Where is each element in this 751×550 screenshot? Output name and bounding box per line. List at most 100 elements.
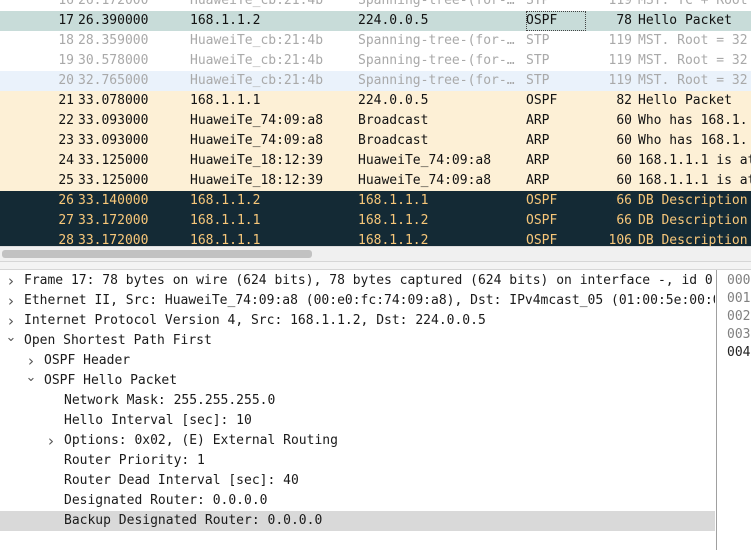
detail-tree-item-label: Ethernet II, Src: HuaweiTe_74:09:a8 (00:… xyxy=(24,293,715,308)
packet-row[interactable]: 19 30.578000 HuaweiTe_cb:21:4b Spanning-tre… xyxy=(0,51,751,71)
detail-tree-item-label: Options: 0x02, (E) External Routing xyxy=(64,433,338,448)
packet-source: HuaweiTe_cb:21:4b xyxy=(190,33,324,48)
packet-row[interactable]: 26 33.140000 168.1.1.2 168.1.1.1 OSPF 66 DB De… xyxy=(0,191,751,211)
packet-protocol: OSPF xyxy=(526,213,558,228)
detail-tree-item-label: Router Priority: 1 xyxy=(64,453,205,468)
packet-number: 21 xyxy=(58,93,74,108)
packet-info: MST. Root = 32 xyxy=(638,73,748,88)
detail-tree-item[interactable]: › Options: 0x02, (E) External Routing xyxy=(0,431,715,451)
packet-row[interactable]: 23 33.093000 HuaweiTe_74:09:a8 Broadcast ARP… xyxy=(0,131,751,151)
packet-row[interactable]: 20 32.765000 HuaweiTe_cb:21:4b Spanning-tre… xyxy=(0,71,751,91)
packet-details-tree[interactable]: › Frame 17: 78 bytes on wire (624 bits), … xyxy=(0,270,715,550)
packet-row[interactable]: 21 33.078000 168.1.1.1 224.0.0.5 OSPF 82 Hello… xyxy=(0,91,751,111)
packet-time: 33.140000 xyxy=(78,193,149,208)
packet-number: 18 xyxy=(58,33,74,48)
packet-row[interactable]: 18 28.359000 HuaweiTe_cb:21:4b Spanning-tre… xyxy=(0,31,751,51)
pane-splitter[interactable] xyxy=(0,261,751,270)
packet-length: 60 xyxy=(616,173,632,188)
detail-tree-item[interactable]: ⌄ Open Shortest Path First xyxy=(0,331,715,351)
packet-row[interactable]: 24 33.125000 HuaweiTe_18:12:39 HuaweiTe_74:… xyxy=(0,151,751,171)
packet-destination: 168.1.1.2 xyxy=(358,213,429,228)
packet-length: 60 xyxy=(616,113,632,128)
packet-length: 60 xyxy=(616,153,632,168)
packet-protocol: OSPF xyxy=(526,193,558,208)
packet-time: 33.093000 xyxy=(78,113,149,128)
packet-list[interactable]: 16 26.172000 HuaweiTe_cb:21:4b Spanning-tre… xyxy=(0,0,751,246)
detail-tree-item[interactable]: Router Priority: 1 xyxy=(0,451,715,471)
packet-length: 119 xyxy=(608,33,632,48)
packet-number: 27 xyxy=(58,213,74,228)
packet-time: 33.172000 xyxy=(78,233,149,246)
packet-source: HuaweiTe_74:09:a8 xyxy=(190,113,324,128)
packet-row[interactable]: 17 26.390000 168.1.1.2 224.0.0.5 OSPF 78 Hello… xyxy=(0,11,751,31)
detail-tree-item-label: Frame 17: 78 bytes on wire (624 bits), 7… xyxy=(24,273,713,288)
packet-number: 19 xyxy=(58,53,74,68)
packet-length: 66 xyxy=(616,213,632,228)
packet-info: Hello Packet xyxy=(638,13,732,28)
detail-tree-item[interactable]: › Ethernet II, Src: HuaweiTe_74:09:a8 (00… xyxy=(0,291,715,311)
hex-offset: 0020 xyxy=(727,309,751,324)
packet-row[interactable]: 27 33.172000 168.1.1.1 168.1.1.2 OSPF 66 DB De… xyxy=(0,211,751,231)
detail-tree-item[interactable]: › Frame 17: 78 bytes on wire (624 bits), … xyxy=(0,271,715,291)
detail-tree-item-label: Open Shortest Path First xyxy=(24,333,212,348)
packet-protocol: STP xyxy=(526,0,550,8)
packet-row[interactable]: 28 33.172000 168.1.1.1 168.1.1.2 OSPF 106 DB D… xyxy=(0,231,751,246)
packet-destination: 224.0.0.5 xyxy=(358,93,429,108)
packet-number: 25 xyxy=(58,173,74,188)
packet-info: DB Description xyxy=(638,233,748,246)
packet-time: 26.172000 xyxy=(78,0,149,8)
detail-tree-item-label: Router Dead Interval [sec]: 40 xyxy=(64,473,299,488)
packet-list-horizontal-scrollbar[interactable] xyxy=(0,246,751,261)
packet-source: 168.1.1.1 xyxy=(190,233,261,246)
packet-source: HuaweiTe_74:09:a8 xyxy=(190,133,324,148)
detail-tree-item-label: Network Mask: 255.255.255.0 xyxy=(64,393,276,408)
chevron-right-icon[interactable]: › xyxy=(44,431,58,451)
packet-source: HuaweiTe_cb:21:4b xyxy=(190,73,324,88)
packet-bytes-pane[interactable]: 0000 0010 0020 0030 0040 xyxy=(717,270,751,550)
chevron-right-icon[interactable]: › xyxy=(24,351,38,371)
packet-length: 82 xyxy=(616,93,632,108)
packet-length: 119 xyxy=(608,73,632,88)
detail-tree-item[interactable]: › OSPF Header xyxy=(0,351,715,371)
packet-protocol: STP xyxy=(526,73,550,88)
detail-tree-item[interactable]: › Internet Protocol Version 4, Src: 168.1… xyxy=(0,311,715,331)
packet-length: 119 xyxy=(608,0,632,8)
detail-tree-item[interactable]: Designated Router: 0.0.0.0 xyxy=(0,491,715,511)
hex-offset: 0030 xyxy=(727,327,751,342)
detail-tree-item[interactable]: Network Mask: 255.255.255.0 xyxy=(0,391,715,411)
detail-tree-item[interactable]: Hello Interval [sec]: 10 xyxy=(0,411,715,431)
packet-number: 16 xyxy=(58,0,74,8)
packet-number: 20 xyxy=(58,73,74,88)
packet-time: 33.093000 xyxy=(78,133,149,148)
packet-info: DB Description xyxy=(638,213,748,228)
packet-destination: Spanning-tree-(for-… xyxy=(358,33,515,48)
scrollbar-thumb[interactable] xyxy=(2,250,312,258)
chevron-right-icon[interactable]: › xyxy=(4,291,18,311)
packet-number: 22 xyxy=(58,113,74,128)
packet-destination: Spanning-tree-(for-… xyxy=(358,53,515,68)
detail-tree-item-label: Backup Designated Router: 0.0.0.0 xyxy=(64,513,323,528)
packet-destination: 168.1.1.1 xyxy=(358,193,429,208)
packet-time: 33.125000 xyxy=(78,173,149,188)
packet-source: 168.1.1.2 xyxy=(190,13,261,28)
packet-protocol: OSPF xyxy=(526,93,558,108)
detail-tree-item[interactable]: Router Dead Interval [sec]: 40 xyxy=(0,471,715,491)
detail-tree-item[interactable]: Backup Designated Router: 0.0.0.0 xyxy=(0,511,715,531)
chevron-right-icon[interactable]: › xyxy=(4,311,18,331)
chevron-down-icon[interactable]: ⌄ xyxy=(24,371,38,391)
chevron-right-icon[interactable]: › xyxy=(4,271,18,291)
packet-info: Who has 168.1. xyxy=(638,133,748,148)
packet-info: 168.1.1.1 is at xyxy=(638,173,751,188)
packet-row[interactable]: 22 33.093000 HuaweiTe_74:09:a8 Broadcast ARP… xyxy=(0,111,751,131)
detail-tree-item[interactable]: ⌄ OSPF Hello Packet xyxy=(0,371,715,391)
packet-row[interactable]: 16 26.172000 HuaweiTe_cb:21:4b Spanning-tre… xyxy=(0,0,751,11)
packet-row[interactable]: 25 33.125000 HuaweiTe_18:12:39 HuaweiTe_74:… xyxy=(0,171,751,191)
packet-length: 66 xyxy=(616,193,632,208)
packet-time: 30.578000 xyxy=(78,53,149,68)
hex-offset: 0010 xyxy=(727,291,751,306)
chevron-down-icon[interactable]: ⌄ xyxy=(4,331,18,351)
packet-length: 60 xyxy=(616,133,632,148)
packet-time: 33.125000 xyxy=(78,153,149,168)
detail-tree-item-label: Hello Interval [sec]: 10 xyxy=(64,413,252,428)
detail-tree-item-label: OSPF Header xyxy=(44,353,131,368)
